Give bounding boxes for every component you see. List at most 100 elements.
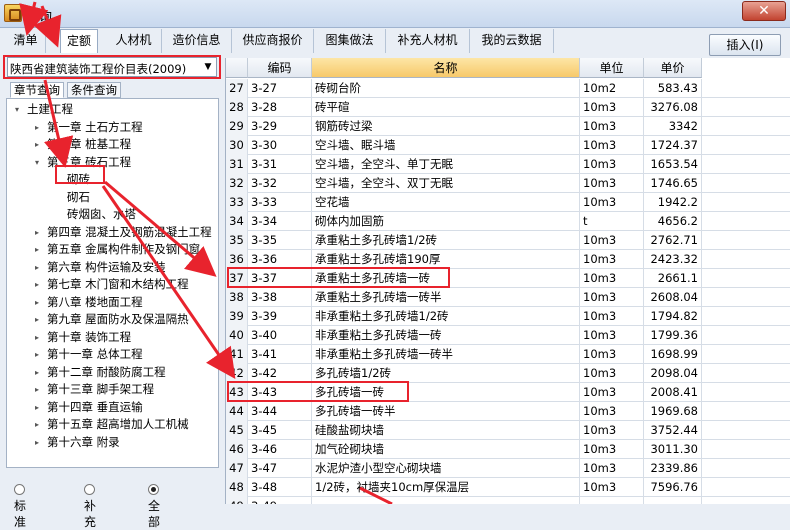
tab-bill[interactable]: 清单 bbox=[6, 29, 46, 53]
table-row[interactable]: 35 3-35 承重粘土多孔砖墙1/2砖 10m3 2762.71 bbox=[226, 231, 790, 250]
chevron-right-icon[interactable]: ▸ bbox=[35, 280, 45, 290]
table-row[interactable]: 38 3-38 承重粘土多孔砖墙一砖半 10m3 2608.04 bbox=[226, 288, 790, 307]
tab-cloud-data[interactable]: 我的云数据 bbox=[470, 29, 554, 53]
table-row[interactable]: 31 3-31 空斗墙，全空斗、单丁无眠 10m3 1653.54 bbox=[226, 155, 790, 174]
tab-price-info[interactable]: 造价信息 bbox=[162, 29, 232, 53]
table-header-price[interactable]: 单价 bbox=[644, 58, 702, 78]
radio-all[interactable]: 全部 bbox=[148, 482, 163, 529]
chevron-down-icon[interactable]: ▾ bbox=[35, 158, 45, 168]
tree-node-label: 第十一章 总体工程 bbox=[47, 347, 143, 361]
price-cell: 1794.82 bbox=[644, 307, 702, 326]
table-row[interactable]: 28 3-28 砖平碹 10m3 3276.08 bbox=[226, 98, 790, 117]
window-title: 查询 bbox=[26, 10, 53, 25]
chevron-right-icon[interactable]: ▸ bbox=[35, 298, 45, 308]
name-cell: 非承重粘土多孔砖墙一砖半 bbox=[312, 345, 580, 364]
table-row[interactable]: 47 3-47 水泥炉渣小型空心砌块墙 10m3 2339.86 bbox=[226, 459, 790, 478]
table-row[interactable]: 39 3-39 非承重粘土多孔砖墙1/2砖 10m3 1794.82 bbox=[226, 307, 790, 326]
table-header-name[interactable]: 名称 bbox=[312, 58, 580, 78]
row-number: 47 bbox=[226, 459, 248, 478]
chevron-right-icon[interactable]: ▸ bbox=[35, 245, 45, 255]
tab-condition-query[interactable]: 条件查询 bbox=[67, 82, 121, 98]
chevron-down-icon[interactable]: ▾ bbox=[15, 105, 25, 115]
tree-node-label: 第十四章 垂直运输 bbox=[47, 399, 143, 414]
price-cell: 3752.44 bbox=[644, 421, 702, 440]
highlight-box bbox=[227, 267, 450, 288]
tree-node-label: 第十二章 耐酸防腐工程 bbox=[47, 364, 166, 379]
table-row[interactable]: 41 3-41 非承重粘土多孔砖墙一砖半 10m3 1698.99 bbox=[226, 345, 790, 364]
name-cell: 1/2砖，衬墙夹10cm厚保温层 bbox=[312, 478, 580, 497]
table-row[interactable]: 27 3-27 砖砌台阶 10m2 583.43 bbox=[226, 79, 790, 98]
table-row[interactable]: 46 3-46 加气砼砌块墙 10m3 3011.30 bbox=[226, 440, 790, 459]
unit-cell: 10m3 bbox=[580, 231, 644, 250]
table-row[interactable]: 32 3-32 空斗墙，全空斗、双丁无眠 10m3 1746.65 bbox=[226, 174, 790, 193]
name-cell: 非承重粘土多孔砖墙1/2砖 bbox=[312, 307, 580, 326]
code-cell: 3-48 bbox=[248, 478, 312, 497]
unit-cell: 10m3 bbox=[580, 440, 644, 459]
row-number: 30 bbox=[226, 136, 248, 155]
name-cell: 硅酸盐砌块墙 bbox=[312, 421, 580, 440]
chevron-right-icon[interactable]: ▸ bbox=[35, 403, 45, 413]
chevron-right-icon[interactable]: ▸ bbox=[35, 228, 45, 238]
table-header-unit[interactable]: 单位 bbox=[580, 58, 644, 78]
row-number: 45 bbox=[226, 421, 248, 440]
code-cell: 3-35 bbox=[248, 231, 312, 250]
price-cell: 1942.2 bbox=[644, 193, 702, 212]
tab-supplement[interactable]: 补充人材机 bbox=[386, 29, 470, 53]
row-number: 46 bbox=[226, 440, 248, 459]
chevron-right-icon[interactable]: ▸ bbox=[35, 123, 45, 133]
chevron-right-icon[interactable]: ▸ bbox=[35, 333, 45, 343]
code-cell: 3-46 bbox=[248, 440, 312, 459]
row-number: 32 bbox=[226, 174, 248, 193]
price-cell: 1698.99 bbox=[644, 345, 702, 364]
table-row[interactable]: 44 3-44 多孔砖墙一砖半 10m3 1969.68 bbox=[226, 402, 790, 421]
table-header-code[interactable]: 编码 bbox=[248, 58, 312, 78]
tab-materials[interactable]: 人材机 bbox=[106, 29, 162, 53]
chevron-right-icon[interactable]: ▸ bbox=[35, 368, 45, 378]
table-row[interactable]: 48 3-48 1/2砖，衬墙夹10cm厚保温层 10m3 7596.76 bbox=[226, 478, 790, 497]
code-cell: 3-30 bbox=[248, 136, 312, 155]
name-cell: 砖砌台阶 bbox=[312, 79, 580, 98]
chevron-right-icon[interactable]: ▸ bbox=[35, 420, 45, 430]
row-number: 44 bbox=[226, 402, 248, 421]
tab-quota[interactable]: 定额 bbox=[60, 29, 98, 53]
unit-cell: 10m3 bbox=[580, 459, 644, 478]
tab-chapter-query[interactable]: 章节查询 bbox=[10, 82, 64, 98]
chevron-right-icon[interactable]: ▸ bbox=[35, 140, 45, 150]
price-cell: 1653.54 bbox=[644, 155, 702, 174]
table-row[interactable]: 34 3-34 砌体内加固筋 t 4656.2 bbox=[226, 212, 790, 231]
tree-node-label: 砌石 bbox=[67, 189, 90, 204]
table-row[interactable]: 493-49 bbox=[226, 497, 790, 504]
chevron-right-icon[interactable]: ▸ bbox=[35, 438, 45, 448]
code-cell: 3-34 bbox=[248, 212, 312, 231]
unit-cell: t bbox=[580, 212, 644, 231]
radio-standard[interactable]: 标准 bbox=[14, 482, 29, 529]
price-cell: 1799.36 bbox=[644, 326, 702, 345]
name-cell: 空斗墙、眠斗墙 bbox=[312, 136, 580, 155]
code-cell: 3-47 bbox=[248, 459, 312, 478]
unit-cell: 10m3 bbox=[580, 383, 644, 402]
table-row[interactable]: 33 3-33 空花墙 10m3 1942.2 bbox=[226, 193, 790, 212]
tab-atlas[interactable]: 图集做法 bbox=[314, 29, 386, 53]
table-row[interactable]: 45 3-45 硅酸盐砌块墙 10m3 3752.44 bbox=[226, 421, 790, 440]
chevron-right-icon[interactable]: ▸ bbox=[35, 350, 45, 360]
chevron-right-icon[interactable]: ▸ bbox=[35, 263, 45, 273]
radio-supplement[interactable]: 补充 bbox=[84, 482, 99, 529]
code-cell: 3-38 bbox=[248, 288, 312, 307]
tree-node-label: 土建工程 bbox=[27, 102, 73, 116]
tree-node-label: 第十六章 附录 bbox=[47, 434, 120, 449]
price-cell: 2098.04 bbox=[644, 364, 702, 383]
price-cell: 2423.32 bbox=[644, 250, 702, 269]
unit-cell: 10m3 bbox=[580, 174, 644, 193]
table-row[interactable]: 30 3-30 空斗墙、眠斗墙 10m3 1724.37 bbox=[226, 136, 790, 155]
table-row[interactable]: 29 3-29 钢筋砖过梁 10m3 3342 bbox=[226, 117, 790, 136]
row-number: 29 bbox=[226, 117, 248, 136]
tab-supplier-quote[interactable]: 供应商报价 bbox=[232, 29, 314, 53]
insert-button[interactable]: 插入(I) bbox=[709, 34, 781, 56]
chevron-right-icon[interactable]: ▸ bbox=[35, 385, 45, 395]
code-cell: 3-39 bbox=[248, 307, 312, 326]
chevron-right-icon[interactable]: ▸ bbox=[35, 315, 45, 325]
app-icon bbox=[4, 4, 22, 22]
name-cell: 加气砼砌块墙 bbox=[312, 440, 580, 459]
table-row[interactable]: 40 3-40 非承重粘土多孔砖墙一砖 10m3 1799.36 bbox=[226, 326, 790, 345]
close-button[interactable]: ✕ bbox=[742, 1, 786, 21]
